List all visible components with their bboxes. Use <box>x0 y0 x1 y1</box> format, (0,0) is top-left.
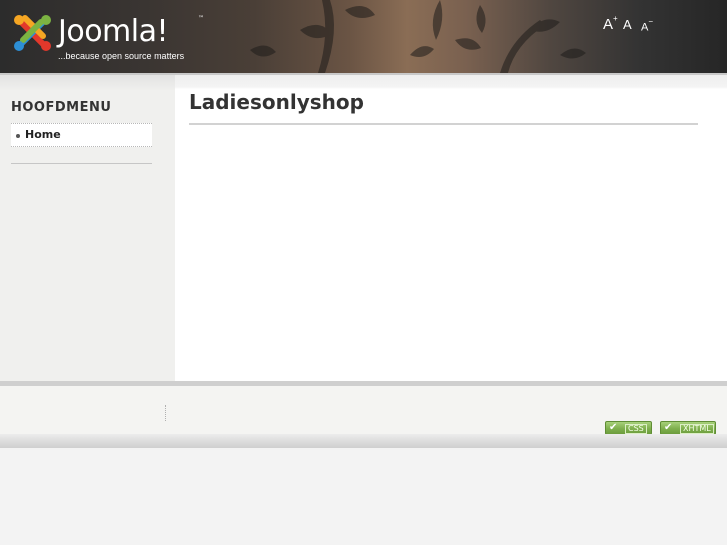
check-icon: ✔ <box>609 422 618 433</box>
badge-label-xhtml: XHTML <box>680 424 714 434</box>
font-increase-button[interactable]: A+ <box>603 14 618 33</box>
page-title: Ladiesonlyshop <box>189 90 364 114</box>
main-menu-list: Home <box>11 123 152 147</box>
joomla-logo[interactable]: Joomla! ™ ...because open source matters <box>13 12 213 64</box>
title-divider <box>189 123 698 125</box>
font-increase-letter: A <box>603 16 614 33</box>
joomla-logo-mark-icon <box>14 15 51 51</box>
main-content: Ladiesonlyshop <box>175 75 727 381</box>
font-increase-sign: + <box>613 14 618 23</box>
sidebar-divider <box>11 163 152 164</box>
valid-css-badge[interactable]: ✔ CSS <box>605 421 652 435</box>
footer-bottom-band <box>0 434 727 448</box>
logo-tagline: ...because open source matters <box>58 51 185 61</box>
logo-trademark: ™ <box>198 15 204 22</box>
check-icon: ✔ <box>664 422 673 433</box>
font-decrease-sign: − <box>648 17 654 26</box>
site-footer: ✔ CSS ✔ XHTML <box>0 386 727 435</box>
font-decrease-button[interactable]: A− <box>641 17 654 34</box>
sidebar: HOOFDMENU Home <box>0 75 175 381</box>
site-header: Joomla! ™ ...because open source matters… <box>0 0 727 73</box>
sidebar-item-label: Home <box>25 128 61 141</box>
main-menu-heading: HOOFDMENU <box>11 100 112 115</box>
badge-label-css: CSS <box>625 424 647 434</box>
sidebar-item-home[interactable]: Home <box>11 124 152 146</box>
footer-separator <box>165 405 166 421</box>
page-background <box>0 448 727 545</box>
bullet-icon <box>16 134 20 138</box>
valid-xhtml-badge[interactable]: ✔ XHTML <box>660 421 716 435</box>
logo-wordmark: Joomla! <box>58 14 169 49</box>
font-reset-button[interactable]: A <box>623 17 632 32</box>
